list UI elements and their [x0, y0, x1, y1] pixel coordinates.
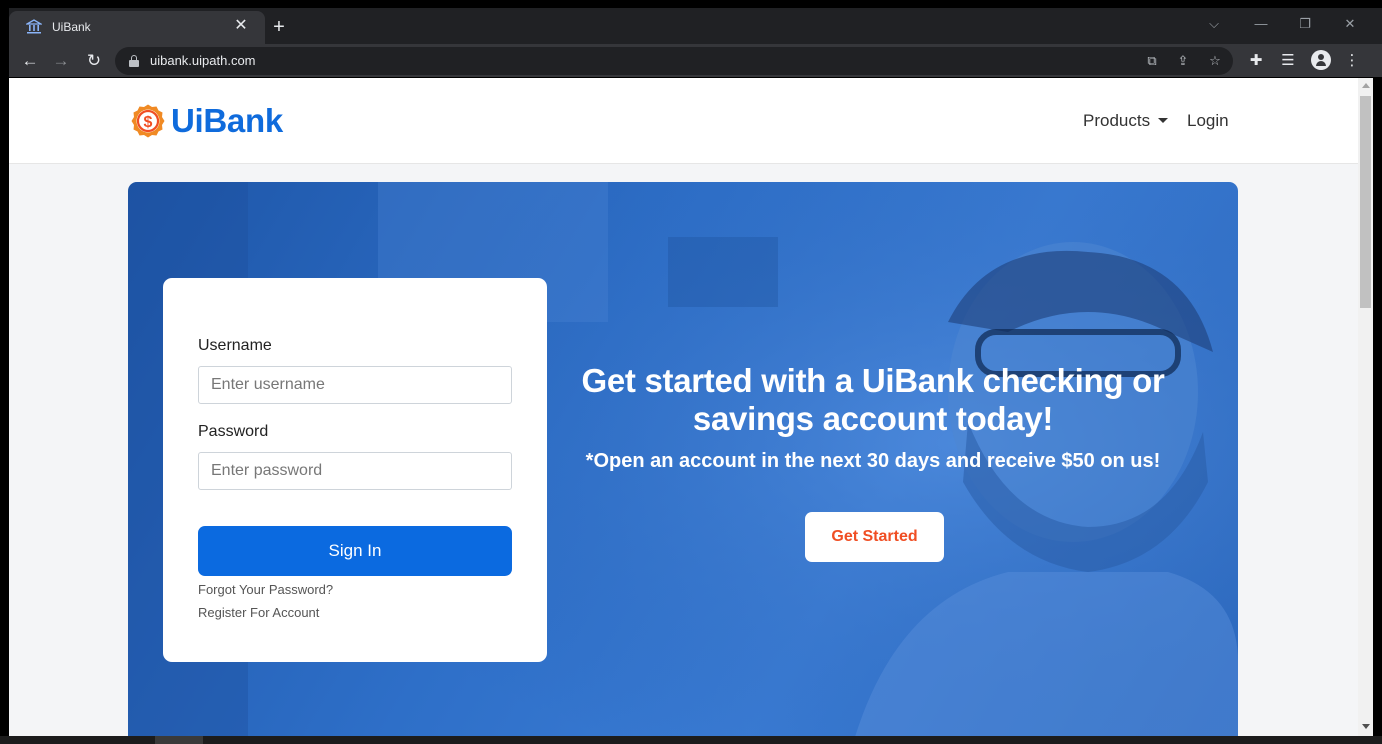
browser-tab[interactable]: UiBank ✕ — [9, 11, 265, 44]
page-scrollbar[interactable] — [1358, 78, 1373, 736]
forgot-password-link[interactable]: Forgot Your Password? — [198, 582, 333, 598]
menu-kebab-icon[interactable]: ⋮ — [1340, 49, 1364, 73]
page-viewport: $ UiBank Products Login Username Enter u… — [9, 78, 1358, 736]
products-label: Products — [1083, 111, 1151, 130]
bank-icon — [24, 19, 44, 35]
scroll-down-icon[interactable] — [1362, 724, 1370, 729]
taskbar-item[interactable] — [155, 736, 203, 744]
scroll-thumb[interactable] — [1360, 96, 1371, 308]
username-input[interactable] — [198, 366, 512, 404]
browser-tab-strip: UiBank ✕ + ⌵ — ❐ ✕ — [9, 8, 1382, 44]
tab-title: UiBank — [52, 20, 91, 34]
dollar-badge-icon: $ — [130, 103, 166, 139]
login-card: Username Password Sign In Forgot Your Pa… — [163, 278, 547, 662]
restore-icon[interactable]: ❐ — [1295, 14, 1315, 34]
logo-text: UiBank — [171, 102, 283, 139]
password-input[interactable] — [198, 452, 512, 490]
username-label: Username — [198, 337, 272, 354]
os-taskbar — [0, 736, 1382, 744]
svg-text:$: $ — [144, 114, 153, 131]
back-icon[interactable]: ← — [18, 49, 42, 73]
bookmark-star-icon[interactable]: ☆ — [1205, 51, 1225, 71]
close-window-icon[interactable]: ✕ — [1340, 14, 1360, 34]
new-tab-icon[interactable]: + — [267, 16, 291, 40]
hero-headline: Get started with a UiBank checking or sa… — [581, 362, 1165, 437]
site-navbar: $ UiBank Products Login — [9, 78, 1358, 164]
get-started-button[interactable]: Get Started — [805, 512, 944, 562]
forward-icon[interactable]: → — [49, 49, 73, 73]
reading-list-icon[interactable]: ☰ — [1276, 49, 1300, 73]
scroll-up-icon[interactable] — [1362, 83, 1370, 88]
password-label: Password — [198, 423, 269, 440]
address-bar[interactable]: uibank.uipath.com ⧉ ⇪ ☆ — [115, 47, 1233, 75]
register-account-link[interactable]: Register For Account — [198, 605, 319, 621]
close-tab-icon[interactable]: ✕ — [231, 16, 251, 36]
caret-down-icon — [1158, 118, 1169, 123]
reload-icon[interactable]: ↻ — [82, 49, 106, 73]
extensions-icon[interactable]: ✚ — [1244, 49, 1268, 73]
translate-icon[interactable]: ⧉ — [1142, 51, 1162, 71]
share-icon[interactable]: ⇪ — [1173, 51, 1193, 71]
sign-in-button[interactable]: Sign In — [198, 526, 512, 576]
profile-avatar-icon[interactable] — [1311, 50, 1331, 70]
tab-search-icon[interactable]: ⌵ — [1204, 14, 1224, 34]
url-text[interactable]: uibank.uipath.com — [150, 53, 256, 69]
hero-subtext: *Open an account in the next 30 days and… — [585, 450, 1161, 472]
browser-toolbar: ← → ↻ uibank.uipath.com ⧉ ⇪ ☆ ✚ ☰ ⋮ — [9, 44, 1382, 77]
minimize-icon[interactable]: — — [1251, 14, 1271, 34]
login-link[interactable]: Login — [1187, 110, 1229, 132]
products-dropdown[interactable]: Products — [1083, 110, 1169, 132]
lock-icon[interactable] — [129, 55, 139, 67]
hero-banner: Username Password Sign In Forgot Your Pa… — [128, 182, 1238, 736]
